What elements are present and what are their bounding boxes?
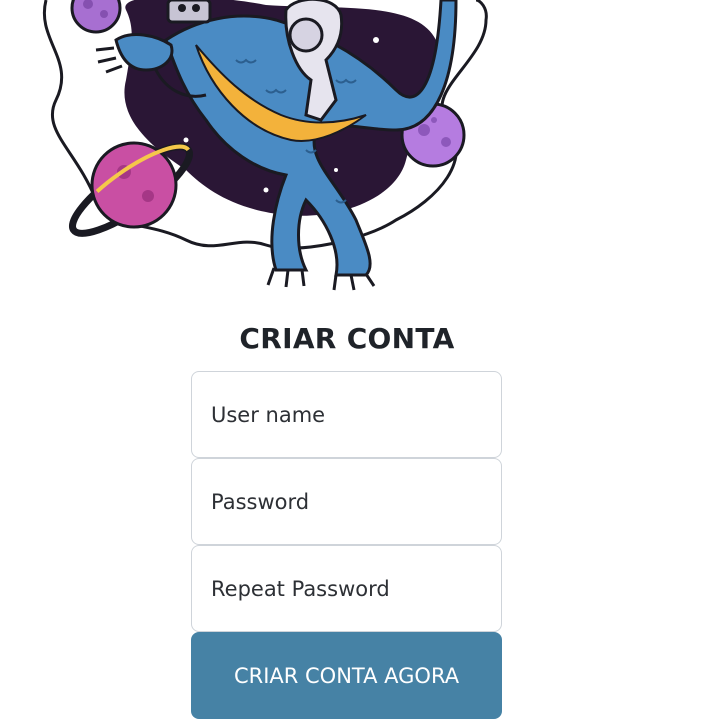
page-title: CRIAR CONTA — [239, 322, 455, 355]
signup-page: CRIAR CONTA CRIAR CONTA AGORA — [0, 0, 728, 721]
repeat-password-field[interactable] — [191, 545, 502, 632]
password-input[interactable] — [211, 489, 501, 514]
create-account-button[interactable]: CRIAR CONTA AGORA — [191, 632, 502, 719]
astronaut-dinosaur-illustration — [36, 0, 496, 292]
signup-form: CRIAR CONTA AGORA — [191, 371, 502, 719]
username-field[interactable] — [191, 371, 502, 458]
username-input[interactable] — [211, 402, 501, 427]
repeat-password-input[interactable] — [211, 576, 501, 601]
password-field[interactable] — [191, 458, 502, 545]
